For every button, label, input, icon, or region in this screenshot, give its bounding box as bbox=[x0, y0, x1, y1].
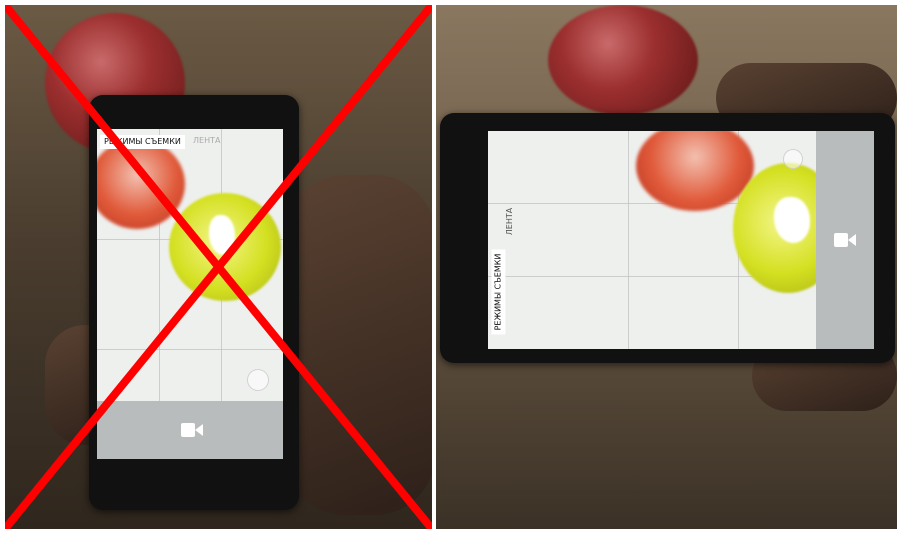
red-ornament-in-frame bbox=[636, 131, 754, 211]
ball-highlight bbox=[774, 197, 810, 243]
video-camera-icon[interactable] bbox=[834, 233, 856, 247]
cross-out-mark bbox=[5, 5, 432, 529]
phone-landscape: РЕЖИМЫ СЪЕМКИ ЛЕНТА bbox=[440, 113, 895, 363]
background-ornament bbox=[548, 5, 698, 115]
grid-line bbox=[628, 131, 629, 349]
camera-screen: РЕЖИМЫ СЪЕМКИ ЛЕНТА bbox=[488, 131, 874, 349]
tab-shooting-modes[interactable]: РЕЖИМЫ СЪЕМКИ bbox=[491, 249, 506, 335]
photo-comparison: РЕЖИМЫ СЪЕМКИ ЛЕНТА РЕЖИМЫ СЪЕМКИ ЛЕНТА bbox=[0, 0, 902, 534]
right-photo-landscape: РЕЖИМЫ СЪЕМКИ ЛЕНТА bbox=[436, 5, 897, 529]
tab-feed[interactable]: ЛЕНТА bbox=[505, 208, 514, 235]
camera-control-bar bbox=[816, 131, 874, 349]
more-dots-icon[interactable] bbox=[783, 149, 803, 169]
left-photo-portrait: РЕЖИМЫ СЪЕМКИ ЛЕНТА bbox=[5, 5, 432, 529]
